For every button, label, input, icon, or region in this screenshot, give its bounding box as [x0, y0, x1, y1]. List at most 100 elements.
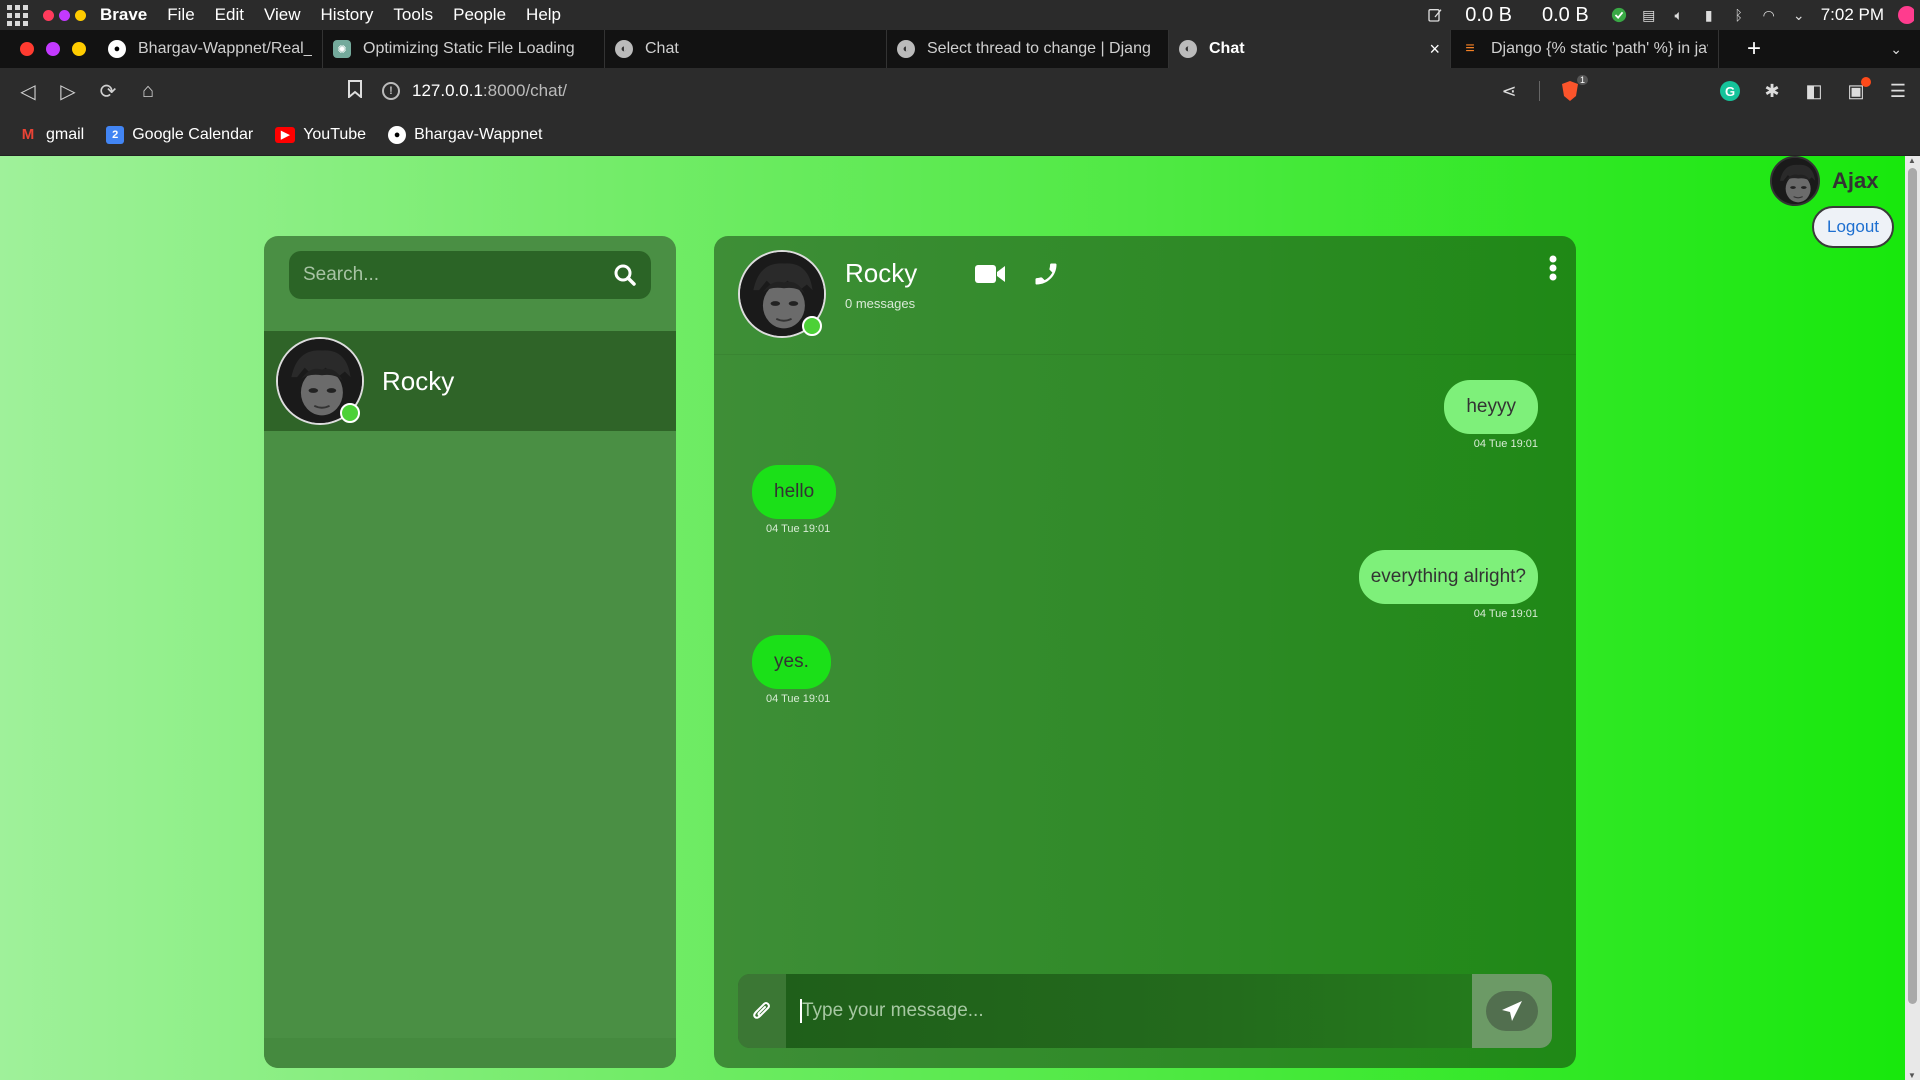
battery-icon[interactable]: ▮ — [1701, 7, 1717, 23]
tab-stackoverflow[interactable]: ≡ Django {% static 'path' %} in jav — [1451, 30, 1719, 68]
user-status-icon[interactable] — [1898, 6, 1914, 24]
menu-view[interactable]: View — [264, 5, 301, 25]
clock[interactable]: 7:02 PM — [1821, 5, 1884, 25]
online-status-dot — [802, 316, 822, 336]
url-field[interactable]: ! 127.0.0.1:8000/chat/ — [382, 81, 567, 101]
forward-button[interactable]: ▷ — [48, 71, 88, 111]
app-name[interactable]: Brave — [100, 5, 147, 25]
message-timestamp: 04 Tue 19:01 — [766, 693, 831, 705]
scroll-up-icon[interactable]: ▲ — [1908, 156, 1916, 165]
bookmark-youtube[interactable]: ▶ YouTube — [275, 126, 366, 144]
brave-shields-icon[interactable]: 1 — [1558, 75, 1588, 103]
tab-title: Select thread to change | Djang — [927, 40, 1151, 57]
close-tab-icon[interactable]: × — [1429, 39, 1440, 60]
share-icon[interactable]: ⋖ — [1497, 79, 1521, 103]
gmail-icon: M — [21, 126, 35, 143]
bookmark-label: Bhargav-Wappnet — [414, 125, 543, 143]
more-options-icon[interactable] — [1548, 254, 1558, 284]
url-host: 127.0.0.1 — [412, 81, 483, 100]
net-download: 0.0 B — [1541, 3, 1589, 26]
update-icon[interactable] — [1611, 7, 1627, 23]
avatar[interactable] — [738, 250, 826, 338]
svg-text:G: G — [1725, 84, 1735, 99]
toolbar-divider — [1539, 81, 1540, 101]
bookmark-gmail[interactable]: M gmail — [18, 126, 84, 144]
system-tray: 0.0 B 0.0 B ▤ 🔈︎ ▮ ᛒ ◠ ⌄ 7:02 PM — [1427, 0, 1920, 30]
tab-title: Optimizing Static File Loading — [363, 40, 575, 57]
menu-help[interactable]: Help — [526, 5, 561, 25]
phone-call-icon[interactable] — [1032, 260, 1060, 288]
clipboard-icon[interactable]: ▤ — [1641, 7, 1657, 23]
send-button[interactable] — [1486, 991, 1538, 1031]
bookmark-github[interactable]: ● Bhargav-Wappnet — [388, 125, 543, 144]
bookmark-label: YouTube — [303, 125, 367, 143]
search-icon[interactable] — [613, 263, 637, 287]
user-badge: Ajax Logout — [1770, 156, 1900, 256]
tab-github-repo[interactable]: ● Bhargav-Wappnet/Real_Time_C — [98, 30, 323, 68]
tab-title: Django {% static 'path' %} in jav — [1491, 40, 1708, 57]
close-window-icon[interactable] — [20, 42, 34, 56]
os-top-bar: Brave File Edit View History Tools Peopl… — [0, 0, 1920, 30]
search-input[interactable] — [303, 264, 593, 286]
menu-people[interactable]: People — [453, 5, 506, 25]
message-field — [786, 974, 1472, 1048]
extensions-icon[interactable]: ✱ — [1760, 79, 1784, 103]
logout-button[interactable]: Logout — [1812, 206, 1894, 248]
minimize-window-icon[interactable] — [46, 42, 60, 56]
bookmark-icon[interactable] — [348, 79, 362, 103]
chat-contact-name: Rocky — [845, 258, 918, 288]
tab-django-admin[interactable]: ◐ Select thread to change | Djang — [887, 30, 1169, 68]
tab-chatgpt[interactable]: ✺ Optimizing Static File Loading — [323, 30, 605, 68]
menu-edit[interactable]: Edit — [215, 5, 244, 25]
chat-panel: Rocky 0 messages heyyy 04 Tue 19:01 hell… — [714, 236, 1576, 1068]
attach-icon[interactable] — [738, 974, 786, 1048]
sidebar-toggle-icon[interactable]: ◧ — [1802, 79, 1826, 103]
home-button[interactable]: ⌂ — [128, 71, 168, 111]
bookmark-google-calendar[interactable]: 2 Google Calendar — [106, 125, 254, 144]
wallet-icon[interactable]: ▣ — [1844, 77, 1871, 103]
message-bubble: everything alright? — [1358, 550, 1538, 604]
grammarly-icon[interactable]: G — [1718, 79, 1742, 103]
menu-tools[interactable]: Tools — [393, 5, 433, 25]
tab-chat-1[interactable]: ◐ Chat — [605, 30, 887, 68]
volume-icon[interactable]: 🔈︎ — [1671, 7, 1687, 23]
toolbar-right: ⋖ 1 G ✱ ◧ ▣ ☰ — [1497, 75, 1910, 103]
app-grid-icon[interactable] — [5, 3, 29, 27]
chatgpt-icon: ✺ — [333, 40, 351, 58]
contacts-panel: Rocky — [264, 236, 676, 1068]
hamburger-menu-icon[interactable]: ☰ — [1886, 79, 1910, 103]
notes-icon[interactable] — [1427, 7, 1443, 23]
site-info-icon[interactable]: ! — [382, 82, 400, 100]
new-tab-button[interactable]: + — [1747, 35, 1761, 63]
maximize-window-icon[interactable] — [72, 42, 86, 56]
wifi-icon[interactable]: ◠ — [1761, 7, 1777, 23]
contact-item[interactable]: Rocky — [264, 331, 676, 431]
menu-file[interactable]: File — [167, 5, 194, 25]
purple-dot-icon — [59, 9, 70, 21]
tab-chat-active[interactable]: ◐ Chat × — [1169, 30, 1451, 68]
window-controls — [20, 42, 86, 56]
message-input[interactable] — [801, 1000, 1472, 1022]
message-received: yes. 04 Tue 19:01 — [752, 635, 831, 705]
bookmark-label: Google Calendar — [132, 125, 254, 143]
page-viewport: Ajax Logout Search... Rocky Rocky 0 mess… — [0, 156, 1920, 1080]
globe-icon: ◐ — [615, 40, 633, 58]
reload-button[interactable]: ⟳ — [88, 71, 128, 111]
red-dot-icon — [43, 9, 54, 21]
scrollbar-thumb[interactable] — [1908, 168, 1917, 1004]
menu-history[interactable]: History — [321, 5, 374, 25]
page-scrollbar[interactable]: ▲ ▼ — [1905, 156, 1920, 1080]
scroll-down-icon[interactable]: ▼ — [1908, 1071, 1916, 1080]
bluetooth-icon[interactable]: ᛒ — [1731, 7, 1747, 23]
avatar[interactable] — [1770, 156, 1820, 206]
chevron-down-icon[interactable]: ⌄ — [1890, 41, 1902, 58]
search-bar — [289, 251, 651, 299]
message-timestamp: 04 Tue 19:01 — [1473, 608, 1538, 620]
video-call-icon[interactable] — [974, 262, 1006, 286]
globe-icon: ◐ — [897, 40, 915, 58]
contacts-footer — [264, 1038, 676, 1068]
back-button[interactable]: ◁ — [8, 71, 48, 111]
yellow-dot-icon — [75, 9, 86, 21]
username: Ajax — [1832, 168, 1879, 193]
chevron-down-icon[interactable]: ⌄ — [1791, 7, 1807, 23]
